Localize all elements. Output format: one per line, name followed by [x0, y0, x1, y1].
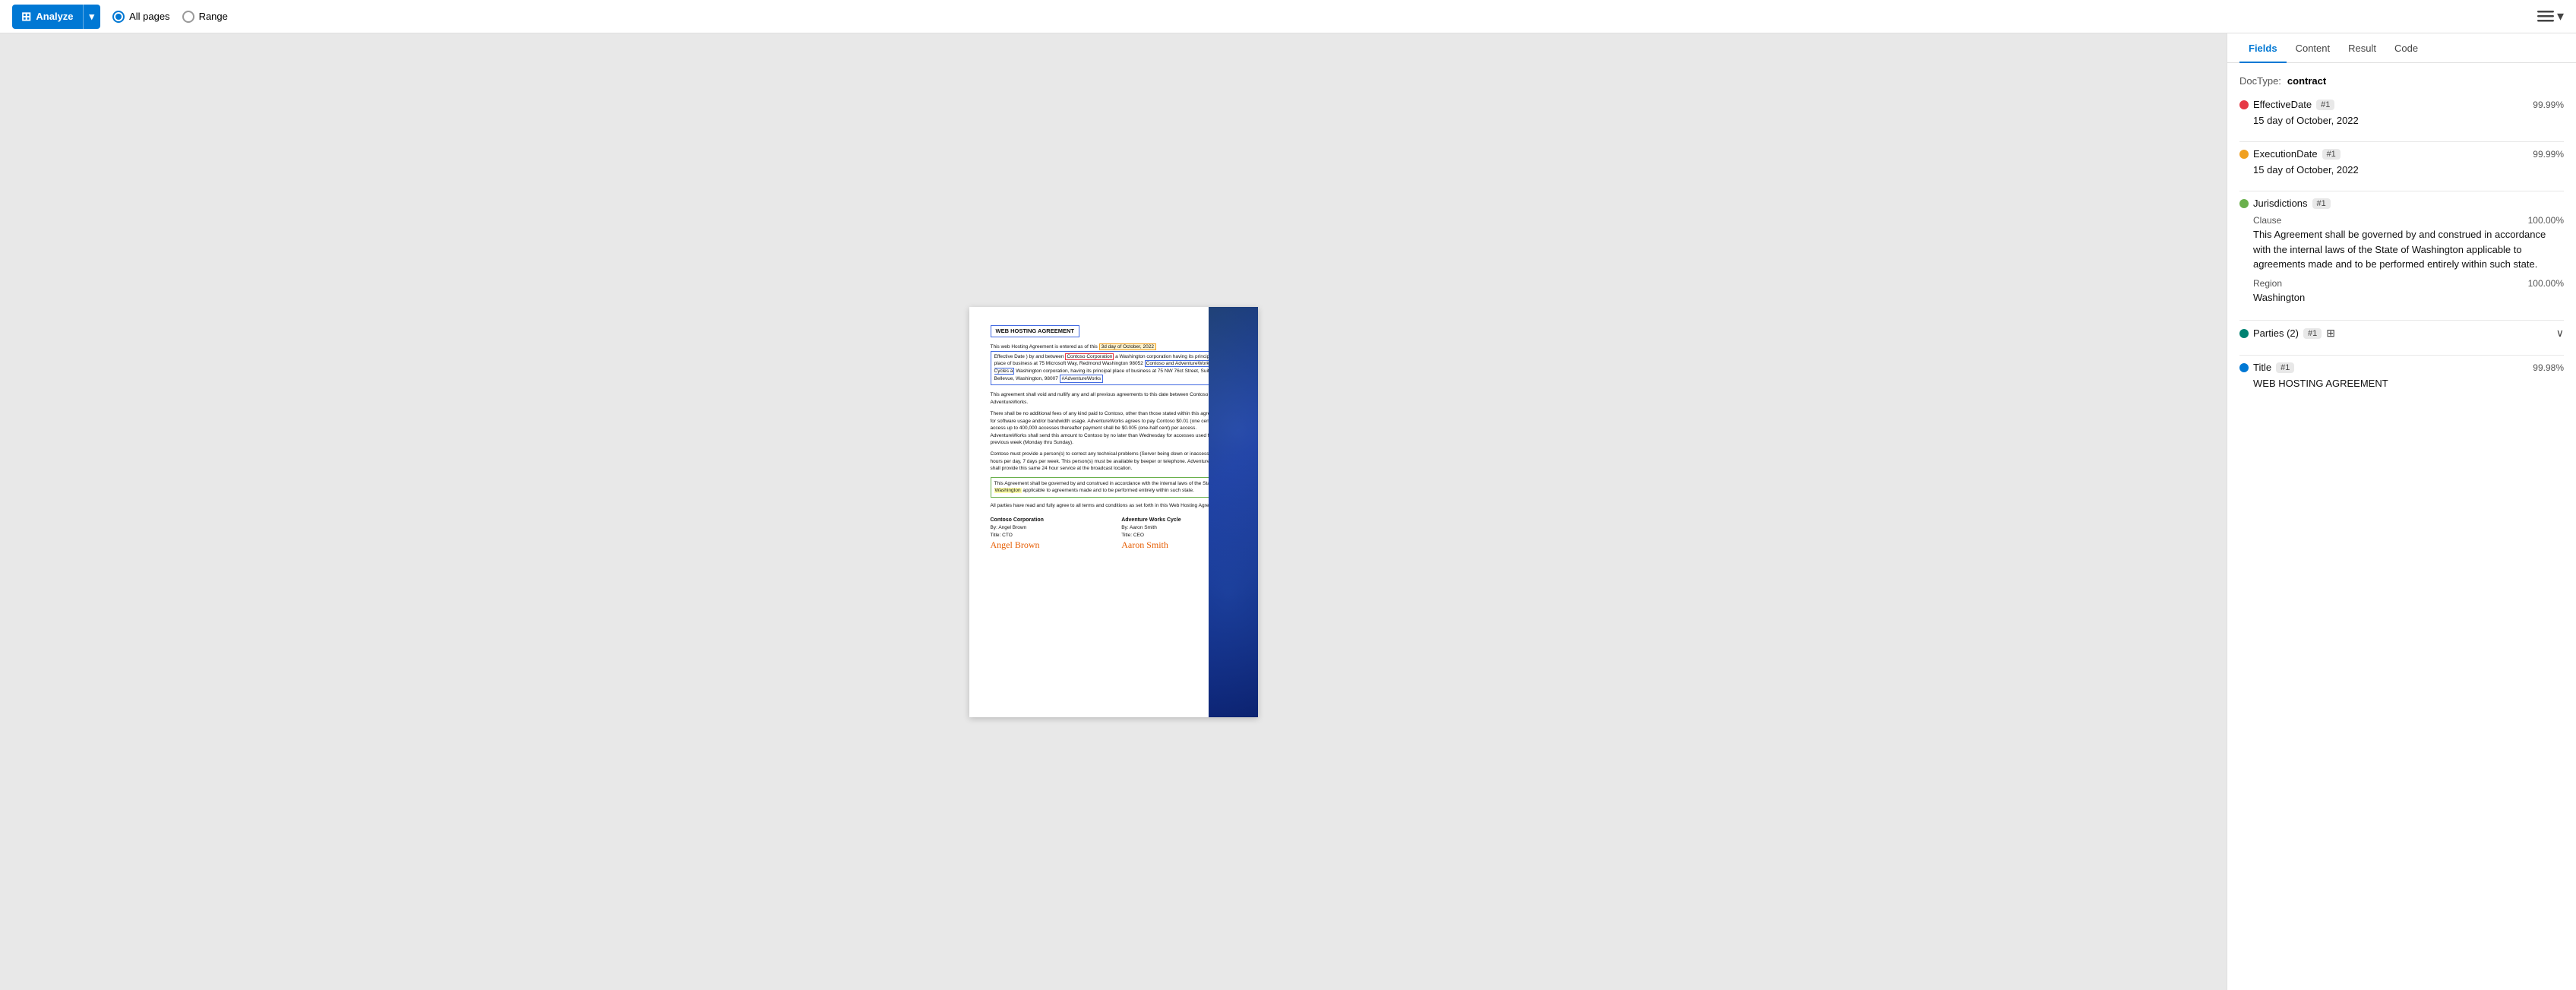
main-content: WEB HOSTING AGREEMENT This web Hosting A…: [0, 33, 2576, 990]
panel-tabs: Fields Content Result Code: [2227, 33, 2576, 63]
field-jurisdictions-header: Jurisdictions #1: [2239, 198, 2564, 209]
field-execution-date-header: ExecutionDate #1 99.99%: [2239, 148, 2564, 160]
execution-date-name: ExecutionDate: [2253, 148, 2318, 160]
doc-para2: There shall be no additional fees of any…: [991, 410, 1229, 446]
doctype-row: DocType: contract: [2239, 75, 2564, 87]
doc-para3: Contoso must provide a person(s) to corr…: [991, 451, 1229, 472]
tab-fields[interactable]: Fields: [2239, 33, 2287, 63]
sig-left-cursive: Angel Brown: [991, 539, 1098, 552]
field-jurisdictions: Jurisdictions #1 Clause 100.00% This Agr…: [2239, 198, 2564, 305]
separator-3: [2239, 320, 2564, 321]
page-range-options: All pages Range: [112, 11, 228, 23]
doctype-value: contract: [2287, 75, 2326, 87]
toolbar-right: ▾: [2537, 8, 2564, 24]
doctype-label: DocType:: [2239, 75, 2281, 87]
parties-chevron-icon[interactable]: ∨: [2556, 327, 2564, 340]
title-name: Title: [2253, 362, 2271, 373]
tab-result[interactable]: Result: [2339, 33, 2385, 63]
jurisdictions-clause-value: This Agreement shall be governed by and …: [2253, 227, 2564, 272]
field-parties: Parties (2) #1 ⊞ ∨: [2239, 327, 2564, 340]
doc-para1: This agreement shall void and nullify an…: [991, 391, 1229, 406]
chevron-down-icon: ▾: [90, 11, 95, 23]
jurisdictions-region-confidence: 100.00%: [2528, 278, 2564, 289]
all-pages-option[interactable]: All pages: [112, 11, 169, 23]
tab-code[interactable]: Code: [2385, 33, 2427, 63]
effective-date-name: EffectiveDate: [2253, 99, 2312, 110]
doc-title: WEB HOSTING AGREEMENT: [991, 325, 1079, 338]
document-viewer: WEB HOSTING AGREEMENT This web Hosting A…: [0, 33, 2227, 990]
separator-4: [2239, 355, 2564, 356]
signature-section: Contoso Corporation By: Angel Brown Titl…: [991, 517, 1229, 552]
effective-date-value: 15 day of October, 2022: [2253, 115, 2564, 126]
analyze-dropdown-arrow[interactable]: ▾: [83, 5, 101, 29]
effective-date-badge: #1: [2316, 100, 2334, 110]
execution-date-badge: #1: [2322, 149, 2341, 160]
parties-name: Parties (2): [2253, 327, 2299, 339]
jurisdictions-region-field: Region 100.00% Washington: [2253, 278, 2564, 305]
title-dot: [2239, 363, 2249, 372]
field-title-header: Title #1 99.98%: [2239, 362, 2564, 373]
doc-para4: This Agreement shall be governed by and …: [991, 477, 1229, 498]
title-confidence: 99.98%: [2533, 362, 2564, 373]
layer-toggle[interactable]: ▾: [2537, 8, 2564, 24]
jurisdictions-region-label: Region 100.00%: [2253, 278, 2564, 289]
range-option[interactable]: Range: [182, 11, 228, 23]
effective-date-confidence: 99.99%: [2533, 100, 2564, 110]
all-pages-radio[interactable]: [112, 11, 125, 23]
doc-content: WEB HOSTING AGREEMENT This web Hosting A…: [991, 325, 1237, 552]
doc-intro-section: This web Hosting Agreement is entered as…: [991, 343, 1229, 387]
analyze-icon: ⊞: [21, 9, 31, 24]
execution-date-value: 15 day of October, 2022: [2253, 164, 2564, 176]
panel-body: DocType: contract EffectiveDate #1 99.99…: [2227, 63, 2576, 990]
jurisdictions-badge: #1: [2312, 198, 2331, 209]
right-panel: Fields Content Result Code DocType: cont…: [2227, 33, 2576, 990]
doc-blue-panel: [1209, 307, 1258, 717]
parties-badge: #1: [2303, 328, 2322, 339]
field-title: Title #1 99.98% WEB HOSTING AGREEMENT: [2239, 362, 2564, 389]
parties-dot: [2239, 329, 2249, 338]
sig-left-by: By: Angel Brown: [991, 524, 1098, 531]
separator-1: [2239, 141, 2564, 142]
sig-left: Contoso Corporation By: Angel Brown Titl…: [991, 517, 1098, 552]
document-page: WEB HOSTING AGREEMENT This web Hosting A…: [969, 307, 1258, 717]
doc-para5: All parties have read and fully agree to…: [991, 502, 1229, 509]
jurisdictions-dot: [2239, 199, 2249, 208]
execution-date-dot: [2239, 150, 2249, 159]
jurisdictions-clause-label: Clause 100.00%: [2253, 215, 2564, 226]
toolbar: ⊞ Analyze ▾ All pages Range ▾: [0, 0, 2576, 33]
range-label: Range: [199, 11, 228, 22]
analyze-label: Analyze: [36, 11, 73, 22]
analyze-button[interactable]: ⊞ Analyze ▾: [12, 5, 100, 29]
field-effective-date-header: EffectiveDate #1 99.99%: [2239, 99, 2564, 110]
sig-left-title: Title: CTO: [991, 532, 1098, 539]
execution-date-confidence: 99.99%: [2533, 149, 2564, 160]
field-execution-date: ExecutionDate #1 99.99% 15 day of Octobe…: [2239, 148, 2564, 176]
table-icon: ⊞: [2326, 327, 2335, 340]
field-parties-header: Parties (2) #1 ⊞ ∨: [2239, 327, 2564, 340]
field-effective-date: EffectiveDate #1 99.99% 15 day of Octobe…: [2239, 99, 2564, 126]
effective-date-dot: [2239, 100, 2249, 109]
tab-content[interactable]: Content: [2287, 33, 2340, 63]
layer-chevron-icon: ▾: [2557, 8, 2564, 24]
jurisdictions-name: Jurisdictions: [2253, 198, 2308, 209]
range-radio[interactable]: [182, 11, 194, 23]
jurisdictions-clause-confidence: 100.00%: [2528, 215, 2564, 226]
all-pages-label: All pages: [129, 11, 169, 22]
title-badge: #1: [2276, 362, 2294, 373]
jurisdictions-clause-field: Clause 100.00% This Agreement shall be g…: [2253, 215, 2564, 272]
jurisdictions-region-value: Washington: [2253, 290, 2564, 305]
sig-left-company: Contoso Corporation: [991, 517, 1098, 524]
title-value: WEB HOSTING AGREEMENT: [2253, 378, 2564, 389]
